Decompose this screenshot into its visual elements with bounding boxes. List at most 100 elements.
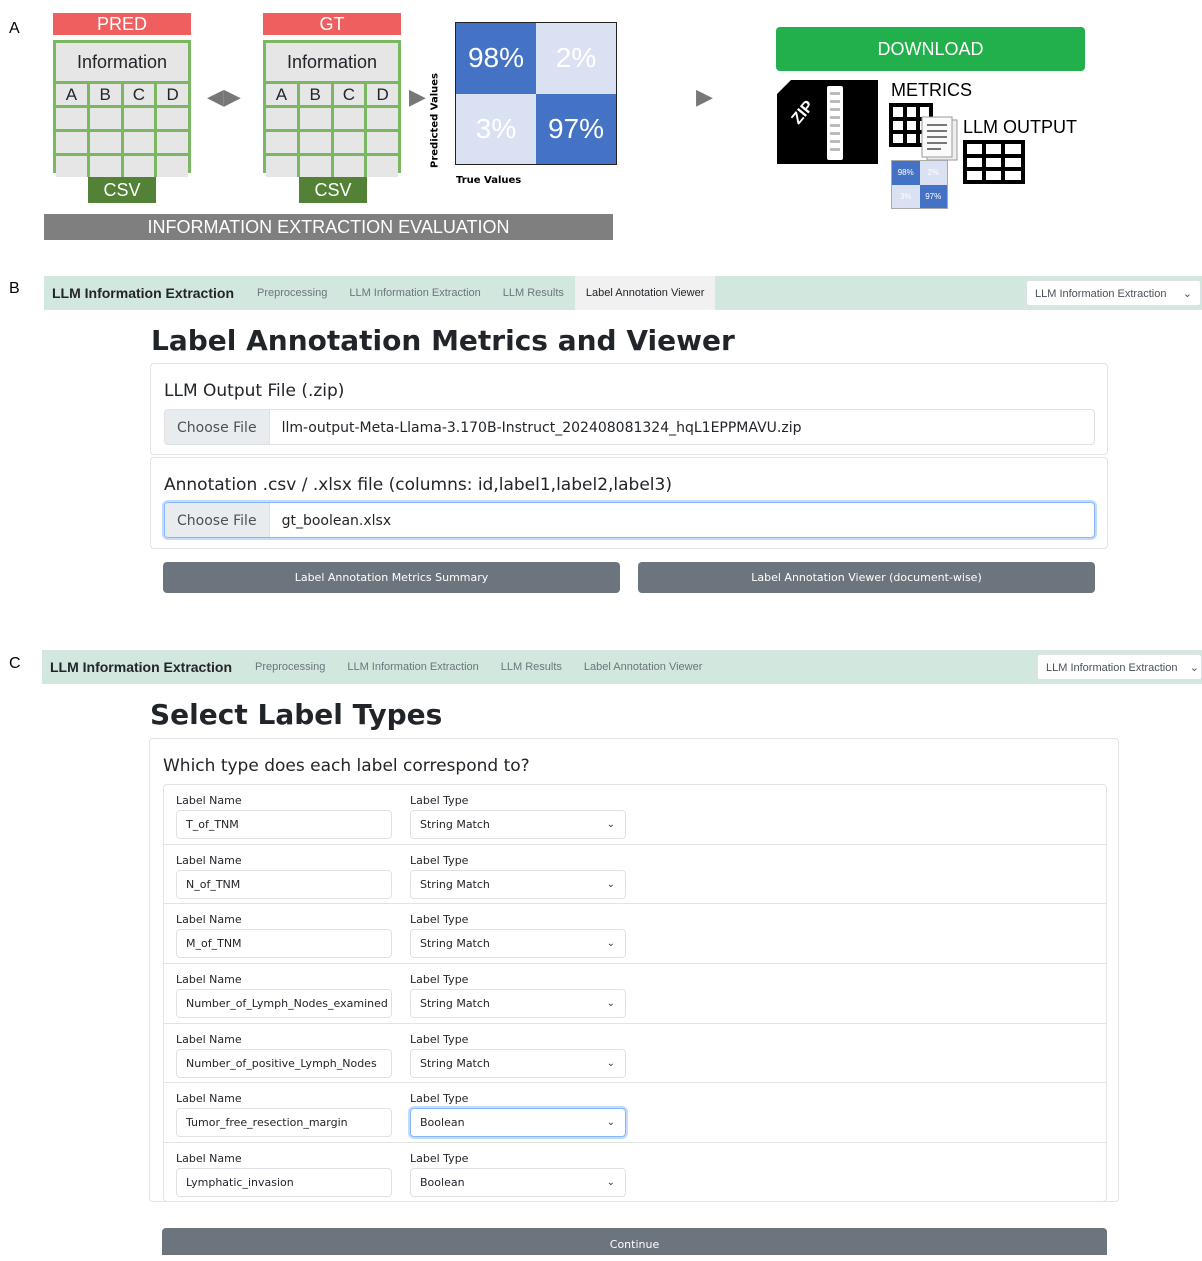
chevron-down-icon: ⌄: [1182, 288, 1192, 300]
panel-label-c: C: [9, 655, 21, 672]
chevron-down-icon: ⌄: [606, 878, 615, 890]
label-types-card: Which type does each label correspond to…: [149, 738, 1119, 1202]
nav-llm-results[interactable]: LLM Results: [492, 276, 575, 310]
label-row: Label Name Lymphatic_invasion Label Type Bo…: [164, 1143, 1106, 1203]
label-name-input[interactable]: N_of_TNM: [176, 869, 392, 899]
cm-cell-tl: 98%: [456, 23, 536, 94]
label-row: Label Name M_of_TNM Label Type String Match…: [164, 904, 1106, 965]
annotation-file-name: gt_boolean.xlsx: [281, 513, 392, 529]
metrics-summary-button[interactable]: Label Annotation Metrics Summary: [163, 562, 620, 593]
continue-button[interactable]: Continue: [162, 1228, 1107, 1255]
document-icon: [921, 116, 959, 162]
label-name-input[interactable]: M_of_TNM: [176, 929, 392, 959]
chevron-down-icon: ⌄: [606, 998, 615, 1010]
nav-preprocessing[interactable]: Preprocessing: [246, 276, 338, 310]
choose-file-button[interactable]: Choose File: [165, 503, 270, 537]
label-name-input[interactable]: Lymphatic_invasion: [176, 1168, 392, 1198]
label-type-select[interactable]: String Match ⌄: [410, 869, 626, 899]
chevron-down-icon: ⌄: [606, 819, 615, 830]
label-type-value: String Match: [420, 877, 490, 891]
mini-cell-tr: 2%: [919, 161, 947, 185]
llm-file-card: LLM Output File (.zip) Choose File llm-o…: [150, 363, 1108, 455]
download-button[interactable]: DOWNLOAD: [776, 27, 1085, 71]
nav-label-annotation-viewer[interactable]: Label Annotation Viewer: [573, 650, 713, 684]
chevron-down-icon: ⌄: [606, 938, 615, 950]
annotation-file-input[interactable]: Choose File gt_boolean.xlsx: [164, 502, 1095, 538]
mini-cell-bl: 3%: [892, 184, 920, 208]
col-a: A: [266, 84, 300, 105]
navbar-brand[interactable]: LLM Information Extraction: [52, 285, 234, 301]
col-b: B: [299, 84, 334, 105]
llm-output-label: LLM OUTPUT: [963, 117, 1078, 137]
label-type-header: Label Type: [410, 794, 469, 807]
cm-cell-br: 97%: [536, 93, 616, 164]
navbar-dropdown-c[interactable]: LLM Information Extraction ⌄: [1037, 654, 1202, 680]
label-type-select[interactable]: String Match ⌄: [410, 929, 626, 959]
annotation-file-card: Annotation .csv / .xlsx file (columns: i…: [150, 457, 1108, 549]
label-name-header: Label Name: [176, 1092, 242, 1106]
label-type-select[interactable]: String Match ⌄: [410, 1048, 626, 1078]
label-type-value: Boolean: [420, 1116, 465, 1130]
label-type-select[interactable]: String Match ⌄: [410, 989, 626, 1019]
evaluation-banner: INFORMATION EXTRACTION EVALUATION: [44, 214, 613, 240]
llm-file-input[interactable]: Choose File llm-output-Meta-Llama-3.170B…: [164, 409, 1095, 445]
label-rows: Label Name T_of_TNM Label Type String Match…: [163, 784, 1107, 1202]
gt-csv-badge: CSV: [299, 177, 367, 203]
col-d: D: [367, 84, 398, 105]
mini-cell-tl: 98%: [892, 161, 920, 185]
nav-preprocessing[interactable]: Preprocessing: [244, 650, 336, 684]
pred-csv-badge: CSV: [88, 177, 156, 203]
nav-llm-extraction[interactable]: LLM Information Extraction: [338, 276, 491, 310]
label-type-header: Label Type: [410, 853, 469, 867]
label-type-value: String Match: [420, 818, 490, 831]
mini-cell-br: 97%: [919, 184, 947, 208]
arrow-right-icon: ▶: [409, 84, 426, 109]
label-name-input[interactable]: Number_of_Lymph_Nodes_examined: [176, 989, 392, 1019]
arrow-right-icon-2: ▶: [696, 84, 713, 109]
label-type-header: Label Type: [410, 1152, 469, 1166]
double-arrow-icon: ◀▶: [207, 84, 241, 109]
label-type-select[interactable]: Boolean ⌄: [410, 1108, 626, 1138]
navbar-dropdown-label: LLM Information Extraction: [1046, 662, 1178, 674]
navbar-c: LLM Information Extraction Preprocessing…: [42, 650, 1202, 684]
mini-confusion-matrix: 98% 2% 3% 97%: [891, 160, 948, 209]
col-d: D: [157, 84, 188, 105]
col-a: A: [56, 84, 90, 105]
label-types-question: Which type does each label correspond to…: [163, 756, 530, 776]
nav-label-annotation-viewer[interactable]: Label Annotation Viewer: [574, 276, 716, 310]
cm-cell-bl: 3%: [456, 93, 536, 164]
table-icon-2: [963, 140, 1025, 184]
metrics-label: METRICS: [891, 80, 972, 100]
label-row: Label Name Tumor_free_resection_margin Lab…: [164, 1083, 1106, 1144]
chevron-down-icon: ⌄: [606, 1057, 615, 1069]
zip-icon: [777, 80, 878, 164]
label-name-header: Label Name: [176, 913, 242, 927]
label-name-input[interactable]: T_of_TNM: [176, 810, 392, 839]
navbar-dropdown-b[interactable]: LLM Information Extraction ⌄: [1026, 280, 1201, 306]
cm-xlabel: True Values: [456, 175, 522, 186]
navbar-dropdown-label: LLM Information Extraction: [1035, 288, 1167, 300]
label-type-select[interactable]: Boolean ⌄: [410, 1168, 626, 1198]
choose-file-button[interactable]: Choose File: [165, 410, 270, 444]
navbar-brand[interactable]: LLM Information Extraction: [50, 659, 232, 675]
llm-file-label: LLM Output File (.zip): [164, 381, 345, 401]
label-type-header: Label Type: [410, 913, 469, 927]
label-type-value: String Match: [420, 1056, 490, 1070]
panel-label-a: A: [9, 20, 20, 37]
nav-llm-results[interactable]: LLM Results: [490, 650, 573, 684]
label-type-header: Label Type: [410, 1092, 469, 1106]
annotation-viewer-button[interactable]: Label Annotation Viewer (document-wise): [638, 562, 1095, 593]
label-name-header: Label Name: [176, 1152, 242, 1166]
pred-label: PRED: [53, 13, 191, 35]
label-name-input[interactable]: Number_of_positive_Lymph_Nodes: [176, 1048, 392, 1078]
label-type-value: Boolean: [420, 1176, 465, 1190]
cm-cell-tr: 2%: [536, 23, 616, 94]
col-c: C: [333, 84, 368, 105]
label-row: Label Name N_of_TNM Label Type String Match…: [164, 845, 1106, 905]
label-type-select[interactable]: String Match ⌄: [410, 810, 626, 839]
label-type-value: String Match: [420, 937, 490, 951]
nav-llm-extraction[interactable]: LLM Information Extraction: [336, 650, 489, 684]
label-name-header: Label Name: [176, 853, 242, 867]
label-row: Label Name T_of_TNM Label Type String Match…: [164, 785, 1106, 845]
label-name-input[interactable]: Tumor_free_resection_margin: [176, 1108, 392, 1138]
